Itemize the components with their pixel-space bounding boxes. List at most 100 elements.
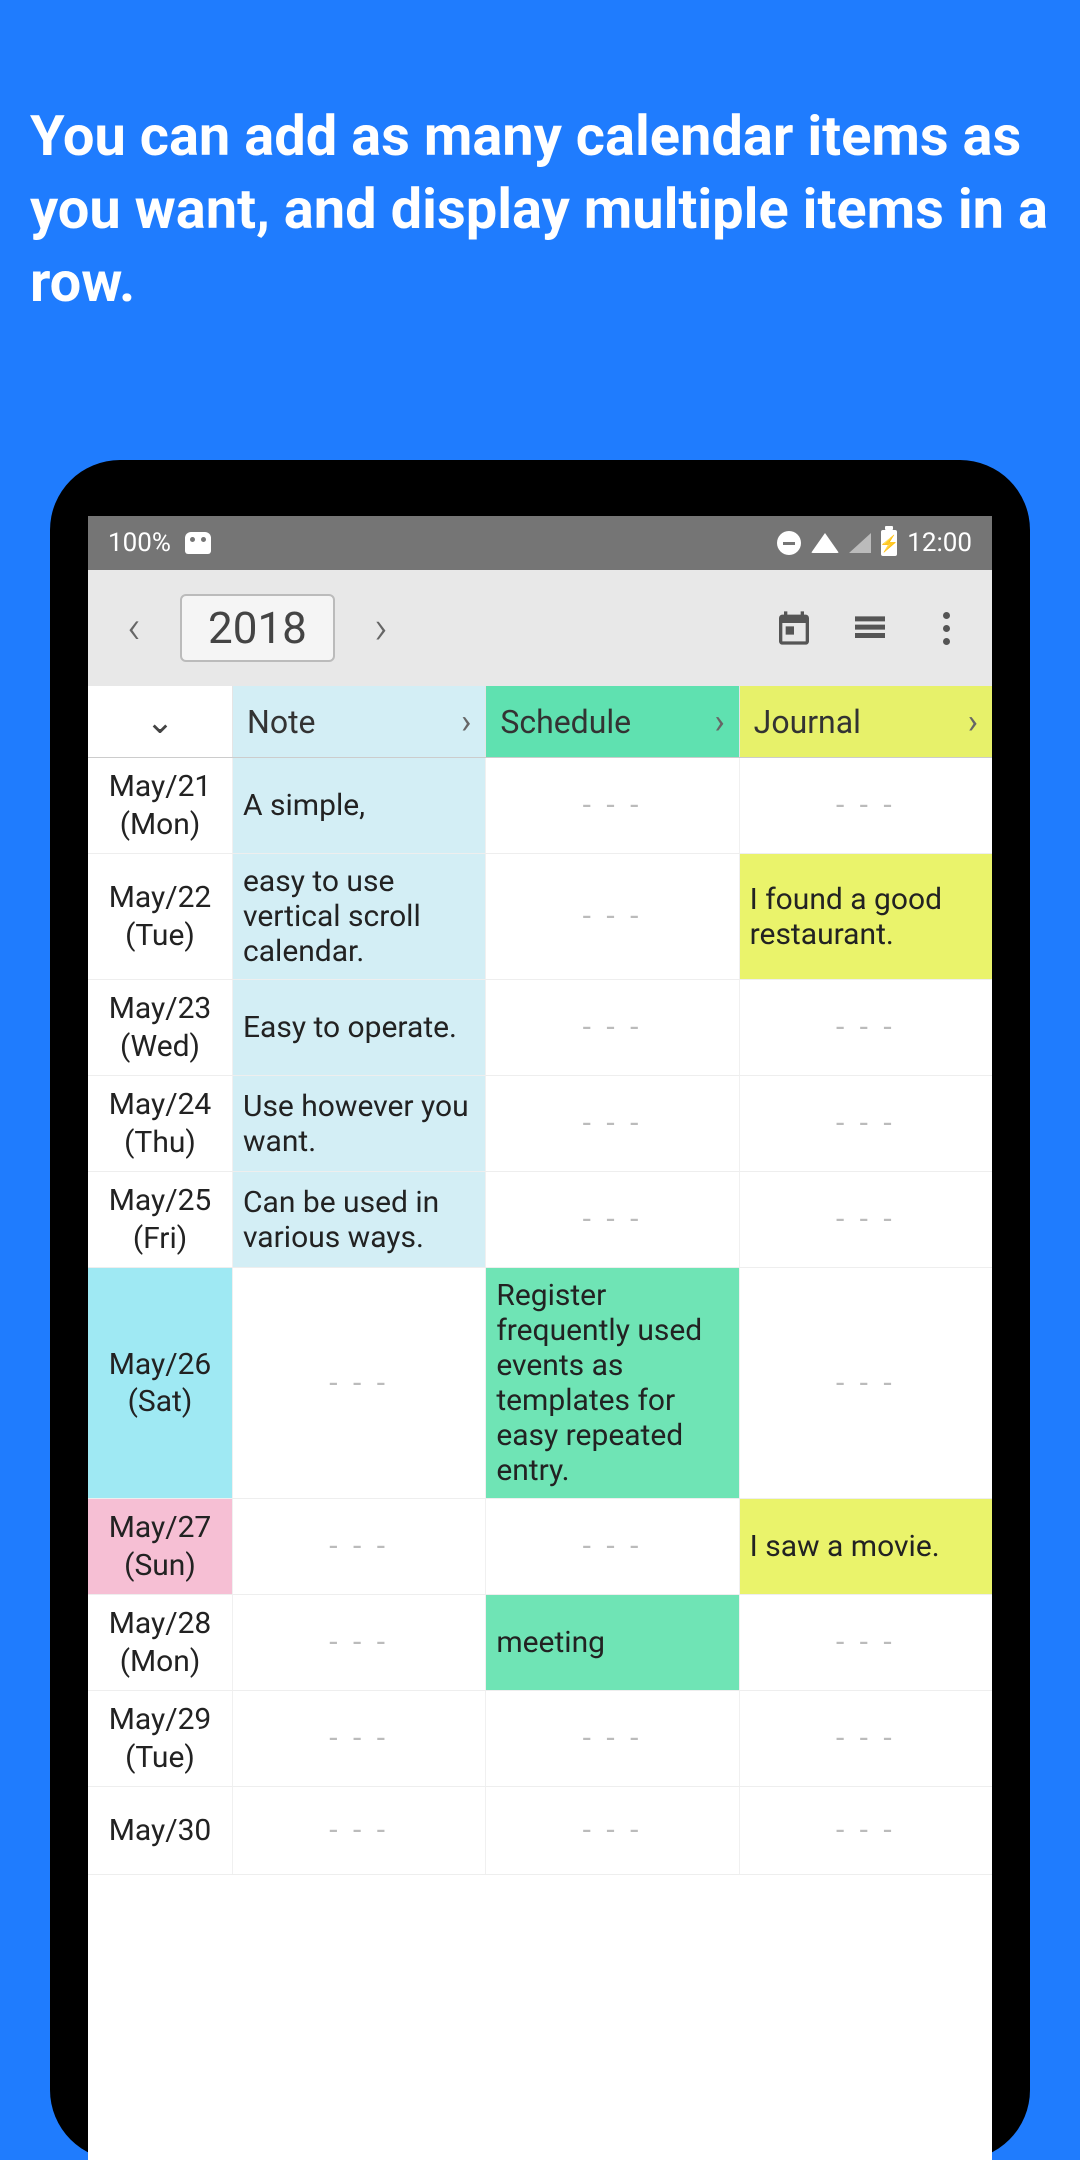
- date-line2: (Fri): [133, 1220, 187, 1258]
- calendar-table[interactable]: May/21(Mon)A simple,- - -- - -May/22(Tue…: [88, 758, 992, 1875]
- schedule-column-header[interactable]: Schedule ›: [485, 686, 738, 757]
- date-line1: May/29: [109, 1701, 212, 1739]
- clock-text: 12:00: [907, 528, 972, 558]
- date-line1: May/26: [109, 1346, 212, 1384]
- date-cell[interactable]: May/27(Sun): [88, 1499, 232, 1594]
- date-cell[interactable]: May/23(Wed): [88, 980, 232, 1075]
- date-cell[interactable]: May/29(Tue): [88, 1691, 232, 1786]
- date-cell[interactable]: May/30: [88, 1787, 232, 1874]
- overflow-menu-button[interactable]: [916, 598, 976, 658]
- list-icon: [850, 608, 890, 648]
- android-icon: [185, 532, 211, 554]
- chevron-left-icon: ‹: [127, 601, 141, 655]
- date-line1: May/21: [109, 768, 212, 806]
- phone-screen: 100% ⚡ 12:00 ‹ 2018 ›: [88, 516, 992, 2160]
- date-line2: (Mon): [120, 1643, 201, 1681]
- schedule-cell[interactable]: - - -: [485, 854, 738, 979]
- table-row: May/24(Thu)Use however you want.- - -- -…: [88, 1076, 992, 1172]
- chevron-down-icon: ⌄: [146, 702, 175, 742]
- journal-cell[interactable]: I saw a movie.: [739, 1499, 992, 1594]
- note-cell[interactable]: - - -: [232, 1268, 485, 1498]
- journal-cell[interactable]: I found a good restaurant.: [739, 854, 992, 979]
- date-line2: (Tue): [125, 1739, 195, 1777]
- next-year-button[interactable]: ›: [351, 598, 411, 658]
- note-header-label: Note: [247, 703, 316, 741]
- schedule-cell[interactable]: Register frequently used events as templ…: [485, 1268, 738, 1498]
- table-row: May/28(Mon)- - -meeting- - -: [88, 1595, 992, 1691]
- journal-cell[interactable]: - - -: [739, 758, 992, 853]
- note-cell[interactable]: - - -: [232, 1787, 485, 1874]
- journal-cell[interactable]: - - -: [739, 1595, 992, 1690]
- note-cell[interactable]: A simple,: [232, 758, 485, 853]
- battery-percent-text: 100%: [108, 528, 171, 558]
- chevron-right-icon: ›: [461, 702, 471, 742]
- schedule-cell[interactable]: - - -: [485, 758, 738, 853]
- date-line1: May/22: [109, 879, 212, 917]
- date-line1: May/28: [109, 1605, 212, 1643]
- date-line1: May/23: [109, 990, 212, 1028]
- calendar-today-icon: [774, 608, 814, 648]
- note-cell[interactable]: Can be used in various ways.: [232, 1172, 485, 1267]
- table-row: May/27(Sun)- - -- - -I saw a movie.: [88, 1499, 992, 1595]
- today-button[interactable]: [764, 598, 824, 658]
- do-not-disturb-icon: [777, 531, 801, 555]
- phone-frame: 100% ⚡ 12:00 ‹ 2018 ›: [50, 460, 1030, 2160]
- date-line1: May/25: [109, 1182, 212, 1220]
- year-selector[interactable]: 2018: [180, 594, 335, 662]
- note-cell[interactable]: Use however you want.: [232, 1076, 485, 1171]
- more-vert-icon: [926, 612, 966, 645]
- date-column-header[interactable]: ⌄: [88, 686, 232, 757]
- date-cell[interactable]: May/21(Mon): [88, 758, 232, 853]
- promo-text: You can add as many calendar items as yo…: [0, 0, 1080, 318]
- date-line2: (Mon): [120, 806, 201, 844]
- signal-icon: [849, 533, 871, 553]
- journal-cell[interactable]: - - -: [739, 1691, 992, 1786]
- list-view-button[interactable]: [840, 598, 900, 658]
- column-headers: ⌄ Note › Schedule › Journal ›: [88, 686, 992, 758]
- table-row: May/23(Wed)Easy to operate.- - -- - -: [88, 980, 992, 1076]
- date-line1: May/27: [109, 1509, 212, 1547]
- toolbar: ‹ 2018 ›: [88, 570, 992, 686]
- date-line2: (Sun): [124, 1547, 196, 1585]
- journal-cell[interactable]: - - -: [739, 1268, 992, 1498]
- battery-icon: ⚡: [881, 530, 897, 556]
- journal-cell[interactable]: - - -: [739, 1787, 992, 1874]
- note-cell[interactable]: Easy to operate.: [232, 980, 485, 1075]
- note-cell[interactable]: - - -: [232, 1595, 485, 1690]
- schedule-header-label: Schedule: [500, 703, 631, 741]
- schedule-cell[interactable]: - - -: [485, 1172, 738, 1267]
- chevron-right-icon: ›: [968, 702, 978, 742]
- date-cell[interactable]: May/22(Tue): [88, 854, 232, 979]
- note-cell[interactable]: easy to use vertical scroll calendar.: [232, 854, 485, 979]
- date-cell[interactable]: May/25(Fri): [88, 1172, 232, 1267]
- journal-cell[interactable]: - - -: [739, 980, 992, 1075]
- date-cell[interactable]: May/28(Mon): [88, 1595, 232, 1690]
- date-cell[interactable]: May/26(Sat): [88, 1268, 232, 1498]
- schedule-cell[interactable]: - - -: [485, 1499, 738, 1594]
- note-cell[interactable]: - - -: [232, 1499, 485, 1594]
- schedule-cell[interactable]: - - -: [485, 1076, 738, 1171]
- journal-header-label: Journal: [754, 703, 861, 741]
- date-line1: May/30: [109, 1812, 212, 1850]
- note-cell[interactable]: - - -: [232, 1691, 485, 1786]
- journal-column-header[interactable]: Journal ›: [739, 686, 992, 757]
- prev-year-button[interactable]: ‹: [104, 598, 164, 658]
- schedule-cell[interactable]: - - -: [485, 1787, 738, 1874]
- table-row: May/30- - -- - -- - -: [88, 1787, 992, 1875]
- table-row: May/21(Mon)A simple,- - -- - -: [88, 758, 992, 854]
- journal-cell[interactable]: - - -: [739, 1076, 992, 1171]
- journal-cell[interactable]: - - -: [739, 1172, 992, 1267]
- date-cell[interactable]: May/24(Thu): [88, 1076, 232, 1171]
- table-row: May/26(Sat)- - -Register frequently used…: [88, 1268, 992, 1499]
- table-row: May/22(Tue)easy to use vertical scroll c…: [88, 854, 992, 980]
- table-row: May/29(Tue)- - -- - -- - -: [88, 1691, 992, 1787]
- date-line2: (Sat): [128, 1383, 193, 1421]
- note-column-header[interactable]: Note ›: [232, 686, 485, 757]
- wifi-icon: [811, 533, 839, 553]
- schedule-cell[interactable]: - - -: [485, 1691, 738, 1786]
- schedule-cell[interactable]: meeting: [485, 1595, 738, 1690]
- date-line2: (Thu): [124, 1124, 196, 1162]
- schedule-cell[interactable]: - - -: [485, 980, 738, 1075]
- chevron-right-icon: ›: [374, 601, 388, 655]
- table-row: May/25(Fri)Can be used in various ways.-…: [88, 1172, 992, 1268]
